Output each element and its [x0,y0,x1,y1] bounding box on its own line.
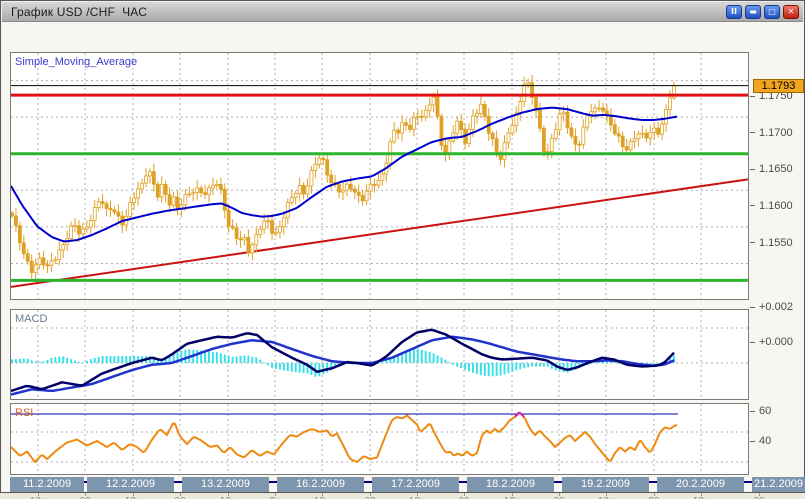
close-button[interactable]: ✕ [783,4,799,19]
date-label: 13.2.2009 [182,477,269,492]
current-price-label: 1.1793 [753,79,804,93]
date-label: 21.2.2009 [752,477,805,492]
svg-text:MACD: MACD [15,313,47,325]
window-buttons: II ▬ □ ✕ [726,4,799,19]
chart-window: График USD /CHF ЧАС II ▬ □ ✕ Simple_Moving_… [0,0,805,499]
date-label: 12.2.2009 [87,477,174,492]
svg-text:Simple_Moving_Average: Simple_Moving_Average [15,56,137,68]
main-price-panel[interactable]: Simple_Moving_Average [10,52,749,300]
restore-button[interactable]: □ [764,4,780,19]
date-label: 18.2.2009 [467,477,554,492]
price-label: 1.1600 [750,199,805,213]
pause-button[interactable]: II [726,4,742,19]
minimize-button[interactable]: ▬ [745,4,761,19]
price-label: 1.1650 [750,162,805,176]
rsi-panel[interactable]: RSI [10,403,749,475]
date-label: 20.2.2009 [657,477,744,492]
macd-value-label: +0.000 [750,335,805,349]
macd-panel[interactable]: MACD [10,309,749,400]
macd-value-label: +0.002 [750,300,805,314]
price-label: 1.1700 [750,126,805,140]
chart-content: Simple_Moving_Average MACD RSI 1.1750 1.1… [2,22,805,499]
screen: График USD /CHF ЧАС II ▬ □ ✕ Simple_Moving_… [0,0,805,499]
date-label: 11.2.2009 [10,477,84,492]
rsi-value-label: 60 [750,404,805,418]
rsi-value-label: 40 [750,434,805,448]
svg-text:RSI: RSI [15,407,33,419]
date-label: 17.2.2009 [372,477,459,492]
date-label: 16.2.2009 [277,477,364,492]
titlebar[interactable]: График USD /CHF ЧАС II ▬ □ ✕ [2,2,803,22]
window-title: График USD /CHF ЧАС [11,4,148,19]
price-label: 1.1550 [750,236,805,250]
date-label: 19.2.2009 [562,477,649,492]
